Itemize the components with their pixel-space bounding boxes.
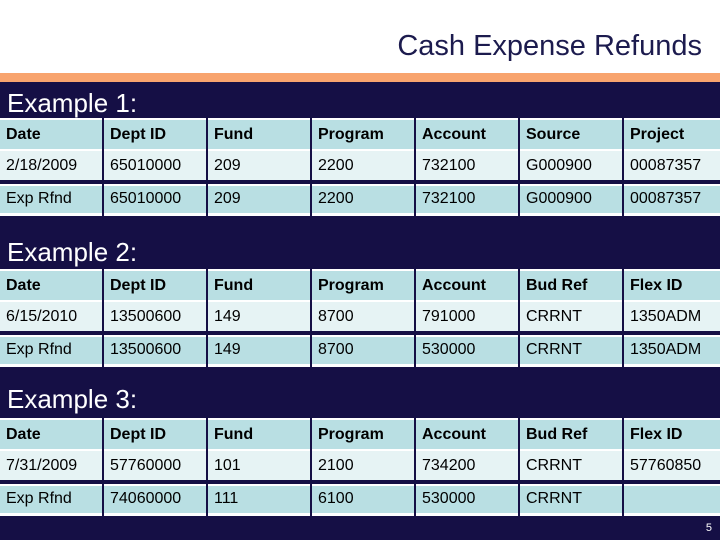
table-cell: 00087357 <box>624 149 720 180</box>
table-header-row: Date Dept ID Fund Program Account Source Proje… <box>0 118 720 149</box>
table-cell: 209 <box>208 180 310 216</box>
example-3-label: Example 3: <box>7 384 138 414</box>
table-row: 7/31/2009 57760000 101 2100 734200 CRRNT 57760… <box>0 449 720 480</box>
table-cell: 530000 <box>416 480 518 516</box>
table-cell: 13500600 <box>104 300 206 331</box>
table-cell: 2200 <box>312 180 414 216</box>
column-header: Flex ID <box>624 418 720 449</box>
table-cell: 732100 <box>416 149 518 180</box>
column-header: Bud Ref <box>520 269 622 300</box>
table-cell: 1350ADM <box>624 300 720 331</box>
table-cell: 791000 <box>416 300 518 331</box>
table-cell: 57760850 <box>624 449 720 480</box>
column-header: Date <box>0 118 102 149</box>
table-cell: CRRNT <box>520 449 622 480</box>
column-header: Fund <box>208 269 310 300</box>
table-cell: Exp Rfnd <box>0 180 102 216</box>
column-header: Date <box>0 418 102 449</box>
table-row: 6/15/2010 13500600 149 8700 791000 CRRNT 1350A… <box>0 300 720 331</box>
column-header: Account <box>416 418 518 449</box>
column-header: Program <box>312 418 414 449</box>
slide-title: Cash Expense Refunds <box>397 30 702 62</box>
column-header: Fund <box>208 418 310 449</box>
column-header: Account <box>416 269 518 300</box>
table-cell: 1350ADM <box>624 331 720 367</box>
example-1-label: Example 1: <box>7 88 138 118</box>
column-header: Fund <box>208 118 310 149</box>
table-cell: CRRNT <box>520 300 622 331</box>
table-cell: CRRNT <box>520 331 622 367</box>
table-cell: 00087357 <box>624 180 720 216</box>
column-header: Project <box>624 118 720 149</box>
table-cell: 2/18/2009 <box>0 149 102 180</box>
example-2-label: Example 2: <box>7 237 138 267</box>
table-cell: 2100 <box>312 449 414 480</box>
table-cell: 209 <box>208 149 310 180</box>
column-header: Source <box>520 118 622 149</box>
table-cell: 111 <box>208 480 310 516</box>
column-header: Dept ID <box>104 418 206 449</box>
column-header: Date <box>0 269 102 300</box>
table-cell: Exp Rfnd <box>0 331 102 367</box>
table-cell: CRRNT <box>520 480 622 516</box>
table-cell: 6100 <box>312 480 414 516</box>
column-header: Account <box>416 118 518 149</box>
table-cell: 7/31/2009 <box>0 449 102 480</box>
table-cell: 732100 <box>416 180 518 216</box>
accent-band <box>0 73 720 82</box>
table-cell <box>624 480 720 516</box>
table-cell: 734200 <box>416 449 518 480</box>
table-header-row: Date Dept ID Fund Program Account Bud Ref Flex… <box>0 418 720 449</box>
table-row: 2/18/2009 65010000 209 2200 732100 G000900 000… <box>0 149 720 180</box>
table-cell: 8700 <box>312 300 414 331</box>
page-number: 5 <box>705 522 712 534</box>
table-cell: 6/15/2010 <box>0 300 102 331</box>
column-header: Dept ID <box>104 269 206 300</box>
table-cell: G000900 <box>520 180 622 216</box>
table-cell: 57760000 <box>104 449 206 480</box>
table-cell: 74060000 <box>104 480 206 516</box>
table-cell: 2200 <box>312 149 414 180</box>
column-header: Bud Ref <box>520 418 622 449</box>
table-cell: 8700 <box>312 331 414 367</box>
column-header: Program <box>312 118 414 149</box>
table-cell: 13500600 <box>104 331 206 367</box>
column-header: Program <box>312 269 414 300</box>
column-header: Dept ID <box>104 118 206 149</box>
table-cell: 65010000 <box>104 149 206 180</box>
table-header-row: Date Dept ID Fund Program Account Bud Ref Flex… <box>0 269 720 300</box>
table-cell: 149 <box>208 300 310 331</box>
table-cell: 149 <box>208 331 310 367</box>
example-3-table: Date Dept ID Fund Program Account Bud Ref Flex… <box>0 418 720 516</box>
table-cell: 65010000 <box>104 180 206 216</box>
table-row: Exp Rfnd 65010000 209 2200 732100 G000900 0008… <box>0 180 720 216</box>
table-cell: 101 <box>208 449 310 480</box>
column-header: Flex ID <box>624 269 720 300</box>
table-row: Exp Rfnd 74060000 111 6100 530000 CRRNT <box>0 480 720 516</box>
table-row: Exp Rfnd 13500600 149 8700 530000 CRRNT 1350AD… <box>0 331 720 367</box>
table-cell: 530000 <box>416 331 518 367</box>
example-1-table: Date Dept ID Fund Program Account Source Proje… <box>0 118 720 216</box>
table-cell: G000900 <box>520 149 622 180</box>
table-cell: Exp Rfnd <box>0 480 102 516</box>
example-2-table: Date Dept ID Fund Program Account Bud Ref Flex… <box>0 269 720 367</box>
